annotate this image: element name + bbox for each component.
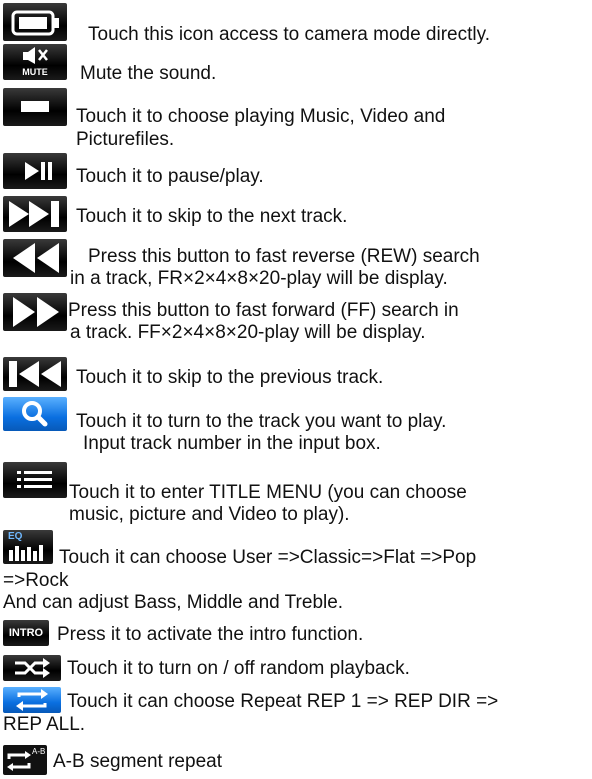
entry-text: Press this button to fast forward (FF) s… xyxy=(68,300,459,321)
entry-text: Touch it to turn on / off random playbac… xyxy=(67,658,410,679)
camera-mode-icon xyxy=(3,3,67,41)
ab-repeat-icon: A-B xyxy=(3,745,47,775)
entry-text: REP ALL. xyxy=(3,714,86,735)
intro-icon-label: INTRO xyxy=(8,627,44,639)
search-icon xyxy=(3,397,67,431)
entry-text: A-B segment repeat xyxy=(53,751,222,772)
title-menu-icon xyxy=(3,462,67,498)
entry-text: Touch it can choose User =>Classic=>Flat… xyxy=(59,547,477,568)
entry-text: in a track, FR×2×4×8×20-play will be dis… xyxy=(70,268,448,289)
intro-icon: INTRO xyxy=(3,620,49,646)
entry-text: Touch it to turn to the track you want t… xyxy=(76,411,447,432)
entry-text: Picturefiles. xyxy=(76,129,175,150)
eq-icon: EQ xyxy=(3,530,53,564)
play-pause-icon xyxy=(3,153,67,189)
entry-text: Touch this icon access to camera mode di… xyxy=(88,24,490,45)
fast-reverse-icon xyxy=(3,239,67,277)
entry-text: Mute the sound. xyxy=(80,63,217,84)
random-icon xyxy=(3,655,61,681)
entry-text: Touch it to choose playing Music, Video … xyxy=(76,106,446,127)
entry-text: Touch it can choose Repeat REP 1 => REP … xyxy=(67,691,499,712)
entry-text: =>Rock xyxy=(3,570,69,591)
entry-text: Touch it to pause/play. xyxy=(76,166,264,187)
entry-text: a track. FF×2×4×8×20-play will be displa… xyxy=(70,322,426,343)
entry-text: Press it to activate the intro function. xyxy=(57,624,364,645)
fast-forward-icon xyxy=(3,293,67,331)
entry-text: Touch it to skip to the previous track. xyxy=(76,367,384,388)
entry-text: Touch it to skip to the next track. xyxy=(76,206,348,227)
mute-icon-label: MUTE xyxy=(22,67,48,77)
entry-text: And can adjust Bass, Middle and Treble. xyxy=(3,592,344,613)
previous-track-icon xyxy=(3,357,67,391)
next-track-icon xyxy=(3,196,67,232)
source-select-icon xyxy=(3,88,67,126)
eq-icon-label: EQ xyxy=(8,531,23,542)
entry-text: music, picture and Video to play). xyxy=(69,504,350,525)
entry-text: Touch it to enter TITLE MENU (you can ch… xyxy=(69,482,467,503)
repeat-icon xyxy=(3,687,61,713)
ab-repeat-icon-label: A-B xyxy=(32,747,46,756)
entry-text: Input track number in the input box. xyxy=(83,433,381,454)
entry-text: Press this button to fast reverse (REW) … xyxy=(88,246,480,267)
mute-icon: MUTE xyxy=(3,44,67,80)
